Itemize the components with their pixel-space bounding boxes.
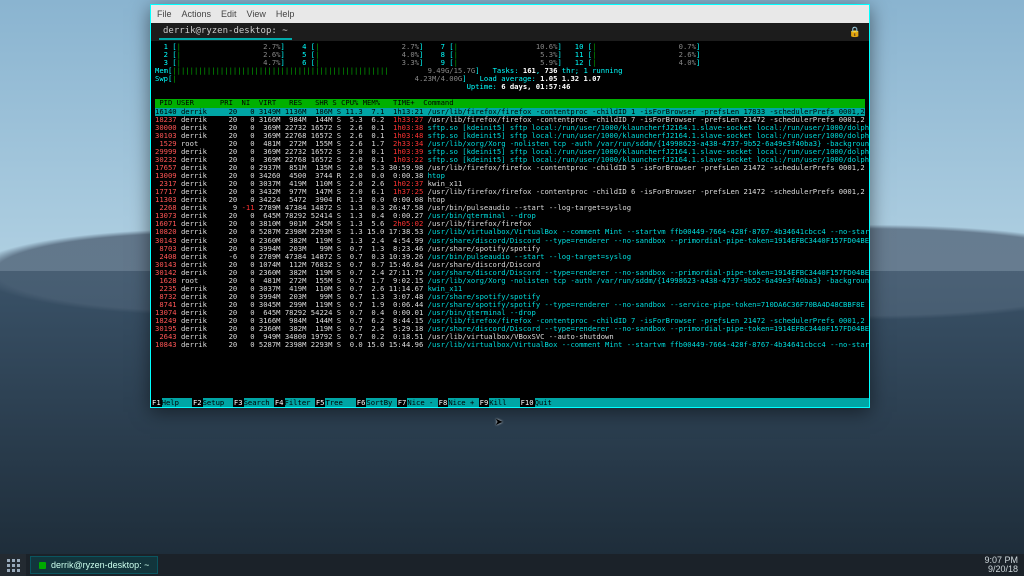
terminal-tabbar: derrik@ryzen-desktop: ~ 🔒 — [151, 23, 869, 41]
lock-icon: 🔒 — [849, 27, 861, 38]
desktop-taskbar[interactable]: derrik@ryzen-desktop: ~ 9:07 PM 9/20/18 — [0, 554, 1024, 576]
terminal-window: File Actions Edit View Help derrik@ryzen-des… — [150, 4, 870, 408]
menu-item-help[interactable]: Help — [276, 9, 295, 19]
tray-clock[interactable]: 9:07 PM 9/20/18 — [984, 556, 1018, 574]
terminal-body[interactable]: 1 [| 2.7%] 4 [| 2.7%] 7 [| 10.6%] 10 [| … — [151, 41, 869, 398]
terminal-icon — [39, 562, 46, 569]
taskbar-button-label: derrik@ryzen-desktop: ~ — [51, 560, 149, 570]
menu-item-actions[interactable]: Actions — [182, 9, 212, 19]
window-menu: File Actions Edit View Help — [157, 9, 294, 19]
window-titlebar[interactable]: File Actions Edit View Help — [151, 5, 869, 23]
menu-item-view[interactable]: View — [247, 9, 266, 19]
app-launcher-button[interactable] — [0, 554, 26, 576]
htop-function-bar[interactable]: F1Help F2Setup F3Search F4Filter F5Tree … — [151, 398, 869, 407]
menu-item-edit[interactable]: Edit — [221, 9, 237, 19]
menu-item-file[interactable]: File — [157, 9, 172, 19]
system-tray[interactable]: 9:07 PM 9/20/18 — [984, 556, 1024, 574]
terminal-tab[interactable]: derrik@ryzen-desktop: ~ — [159, 24, 292, 40]
taskbar-terminal-button[interactable]: derrik@ryzen-desktop: ~ — [30, 556, 158, 574]
grid-icon — [7, 559, 20, 572]
tray-date: 9/20/18 — [984, 565, 1018, 574]
